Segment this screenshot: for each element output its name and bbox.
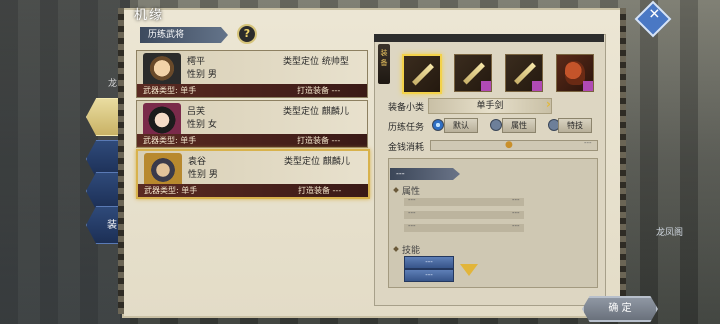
hero-card-1[interactable]: 樗平 性别 男 类型定位 统帅型 武器类型: 单手 打造装备 --- [136, 50, 368, 98]
rarity-marker [583, 81, 593, 91]
equipment-slot-dagger[interactable] [454, 54, 492, 92]
rarity-marker [532, 81, 542, 91]
panel-left-edge [118, 8, 124, 314]
hero-weapon-type: 武器类型: 单手 [143, 86, 197, 95]
section-header: 历练武将 [140, 27, 228, 43]
equipment-pendant: 装备 [378, 44, 390, 84]
hero-card-2[interactable]: 吕芙 性别 女 类型定位 麒麟儿 武器类型: 单手 打造装备 --- [136, 100, 368, 148]
hero-footer: 武器类型: 单手 打造装备 --- [138, 184, 368, 197]
money-value: --- [584, 139, 592, 147]
equipment-slot-sword[interactable] [402, 54, 442, 94]
left-side-label: 龙 [108, 79, 118, 89]
hero-type: 类型定位 统帅型 [283, 57, 349, 67]
hero-forge-equipment: 打造装备 --- [298, 186, 342, 195]
hero-type: 类型定位 麒麟儿 [284, 157, 350, 167]
equipment-slot-horse[interactable] [556, 54, 594, 92]
hero-footer: 武器类型: 单手 打造装备 --- [137, 134, 367, 147]
attribute-row: --- --- [404, 196, 524, 206]
subclass-selector[interactable]: 单手剑 [428, 98, 552, 114]
rarity-marker [481, 81, 491, 91]
left-tab-label: 装 [107, 220, 117, 231]
confirm-button[interactable]: 确 定 [582, 296, 658, 322]
attribute-name: --- [408, 222, 416, 230]
task-label: 历练任务 [388, 123, 425, 133]
hero-portrait [144, 153, 182, 187]
task-option-default[interactable]: 默认 [444, 118, 478, 133]
attribute-value: --- [512, 209, 520, 217]
attribute-row: --- --- [404, 222, 524, 232]
attribute-name: --- [408, 209, 416, 217]
right-side-label: 龙凤阁 [656, 228, 684, 238]
hero-portrait [143, 103, 181, 137]
hero-gender: 性别 女 [187, 120, 217, 130]
attribute-name: --- [408, 196, 416, 204]
hero-name: 袁谷 [188, 157, 207, 167]
hero-weapon-type: 武器类型: 单手 [143, 136, 197, 145]
panel-right-edge [620, 8, 626, 314]
hero-portrait [143, 53, 181, 87]
money-label: 金钱消耗 [388, 143, 425, 153]
task-radio-default[interactable] [432, 119, 444, 131]
skill-button-2[interactable]: --- [404, 269, 454, 282]
hero-gender: 性别 男 [187, 70, 217, 80]
skill-button-1[interactable]: --- [404, 256, 454, 269]
stats-header: --- [390, 168, 460, 180]
close-icon: ✕ [648, 6, 661, 23]
hero-name: 吕芙 [187, 107, 206, 117]
task-option-skill[interactable]: 特技 [558, 118, 592, 133]
attribute-row: --- --- [404, 209, 524, 219]
hero-forge-equipment: 打造装备 --- [297, 86, 341, 95]
task-radio-attribute[interactable] [490, 119, 502, 131]
hero-name: 樗平 [187, 57, 206, 67]
attribute-value: --- [512, 222, 520, 230]
help-button[interactable]: ? [237, 24, 257, 44]
skill-label: 技能 [402, 246, 421, 256]
hero-type: 类型定位 麒麟儿 [283, 107, 349, 117]
attribute-value: --- [512, 196, 520, 204]
horse-icon [565, 61, 585, 85]
coin-icon: ● [505, 140, 513, 150]
hero-card-3[interactable]: 袁谷 性别 男 类型定位 麒麟儿 武器类型: 单手 打造装备 --- [136, 149, 370, 199]
hero-footer: 武器类型: 单手 打造装备 --- [137, 84, 367, 97]
subclass-label: 装备小类 [388, 103, 425, 113]
equipment-panel-header-bar [374, 34, 604, 42]
hero-gender: 性别 男 [188, 170, 218, 180]
money-bar [430, 140, 598, 151]
sword-icon [412, 63, 434, 86]
equipment-slot-blade[interactable] [505, 54, 543, 92]
hero-forge-equipment: 打造装备 --- [297, 136, 341, 145]
arrow-right-icon[interactable]: › [546, 97, 551, 111]
panel-title: 机缘 [134, 8, 165, 23]
task-option-attribute[interactable]: 属性 [502, 118, 536, 133]
hero-weapon-type: 武器类型: 单手 [144, 186, 198, 195]
